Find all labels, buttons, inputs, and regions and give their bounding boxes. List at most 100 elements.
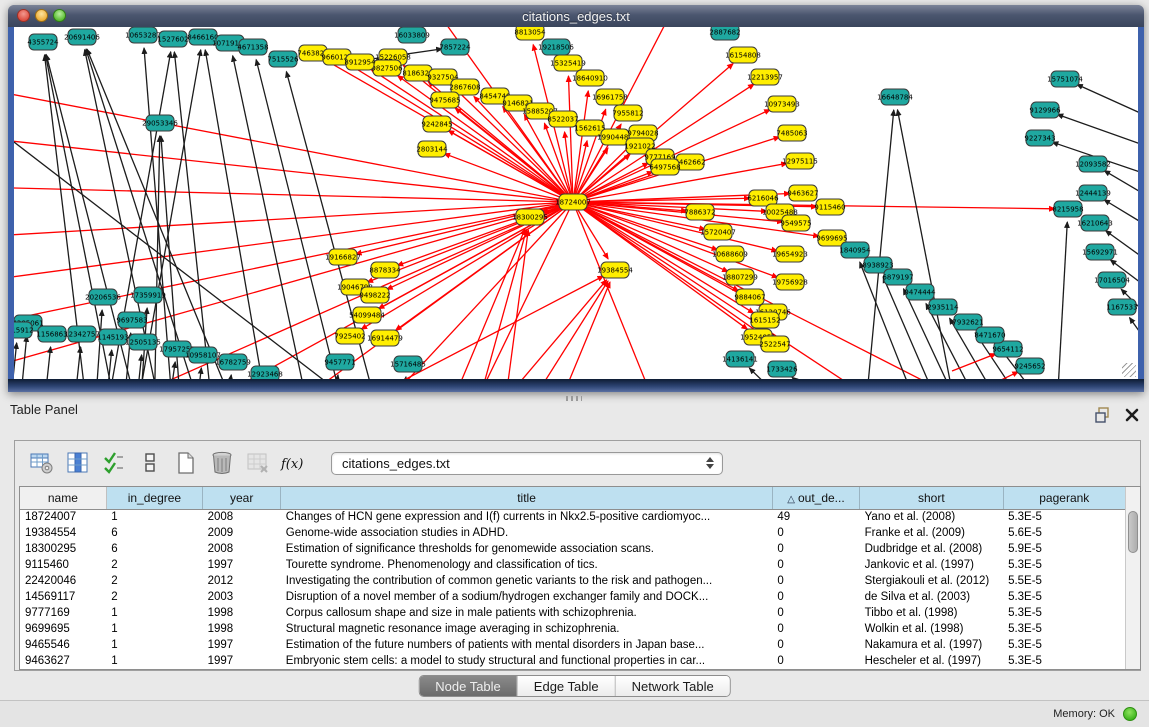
column-header-name[interactable]: name xyxy=(20,487,106,509)
table-row[interactable]: 946362711997Embryonic stem cells: a mode… xyxy=(20,653,1126,669)
network-node[interactable]: 1733426 xyxy=(766,361,798,377)
table-row[interactable]: 977716911998Corpus callosum shape and si… xyxy=(20,605,1126,621)
column-header-pagerank[interactable]: pagerank xyxy=(1003,487,1125,509)
close-window-icon[interactable] xyxy=(17,9,30,22)
network-node[interactable]: 9498222 xyxy=(359,287,390,303)
network-node[interactable]: 8813054 xyxy=(514,27,546,40)
network-edge[interactable] xyxy=(1056,222,1067,379)
network-edge[interactable] xyxy=(174,52,214,379)
network-node[interactable]: 9242845 xyxy=(421,116,452,132)
zoom-window-icon[interactable] xyxy=(53,9,66,22)
network-node[interactable]: 8471670 xyxy=(974,327,1005,343)
minimize-window-icon[interactable] xyxy=(35,9,48,22)
column-header-year[interactable]: year xyxy=(203,487,281,509)
network-edge[interactable] xyxy=(1077,84,1138,117)
network-node[interactable]: 12923468 xyxy=(247,366,283,379)
network-node[interactable]: 3915912 xyxy=(14,322,34,338)
network-node[interactable]: 1615152 xyxy=(749,312,780,328)
network-edge[interactable] xyxy=(264,202,573,379)
network-node[interactable]: 2803144 xyxy=(416,141,448,157)
column-header-out_de[interactable]: △out_de... xyxy=(772,487,859,509)
new-file-button[interactable] xyxy=(171,448,201,478)
network-node[interactable]: 1145193 xyxy=(97,329,128,345)
column-header-in_degree[interactable]: in_degree xyxy=(106,487,202,509)
network-edge[interactable] xyxy=(14,343,17,379)
network-node[interactable]: 16914479 xyxy=(367,330,403,346)
network-node[interactable]: 17016504 xyxy=(1094,272,1130,288)
network-node[interactable]: 10653287 xyxy=(125,27,161,43)
column-chooser-button[interactable] xyxy=(63,448,93,478)
network-node[interactable]: 9129966 xyxy=(1029,102,1061,118)
network-node[interactable]: 9457771 xyxy=(324,354,355,370)
table-options-button[interactable] xyxy=(27,448,57,478)
table-scrollbar[interactable] xyxy=(1125,487,1140,669)
network-node[interactable]: 15325419 xyxy=(550,55,586,71)
network-node[interactable]: 20206536 xyxy=(85,289,121,305)
network-edge[interactable] xyxy=(134,355,142,379)
network-edge[interactable] xyxy=(14,202,573,327)
network-node[interactable]: 1527602 xyxy=(157,31,188,47)
network-edge[interactable] xyxy=(72,347,81,379)
network-node[interactable]: 16033809 xyxy=(394,27,430,43)
network-node[interactable]: 18300295 xyxy=(512,209,548,225)
column-header-title[interactable]: title xyxy=(281,487,773,509)
table-selector-dropdown[interactable]: citations_edges.txt xyxy=(331,452,723,475)
table-row[interactable]: 1830029562008Estimation of significance … xyxy=(20,541,1126,557)
delete-column-button[interactable] xyxy=(207,448,237,478)
network-node[interactable]: 7485063 xyxy=(776,125,807,141)
network-node[interactable]: 12093582 xyxy=(1075,156,1111,172)
column-header-short[interactable]: short xyxy=(860,487,1003,509)
network-node[interactable]: 16961758 xyxy=(592,89,628,105)
network-edge[interactable] xyxy=(14,187,573,202)
network-node[interactable]: 1840954 xyxy=(839,242,871,258)
function-builder-button[interactable]: f(x) xyxy=(279,448,309,478)
network-node[interactable]: 14136141 xyxy=(722,351,758,367)
network-node[interactable]: 12444139 xyxy=(1075,185,1111,201)
network-node[interactable]: 12975115 xyxy=(782,153,818,169)
network-node[interactable]: 1156863 xyxy=(36,326,67,342)
network-edge[interactable] xyxy=(144,48,174,379)
network-node[interactable]: 15692971 xyxy=(1082,244,1118,260)
network-node[interactable]: 2887682 xyxy=(709,27,740,40)
rows-button[interactable] xyxy=(135,448,165,478)
network-edge[interactable] xyxy=(364,202,573,379)
row-selection-button[interactable] xyxy=(99,448,129,478)
network-node[interactable]: 10688609 xyxy=(712,246,748,262)
network-node[interactable]: 19756928 xyxy=(772,274,808,290)
network-node[interactable]: 2522547 xyxy=(759,336,790,352)
network-node[interactable]: 17359919 xyxy=(130,287,166,303)
table-row[interactable]: 1456911722003Disruption of a novel membe… xyxy=(20,589,1126,605)
network-node[interactable]: 12505135 xyxy=(125,334,161,350)
network-edge[interactable] xyxy=(1130,318,1138,345)
table-scrollbar-thumb[interactable] xyxy=(1128,511,1138,553)
network-node[interactable]: 9884067 xyxy=(734,289,765,305)
network-node[interactable]: 19384554 xyxy=(597,262,633,278)
network-node[interactable]: 15716485 xyxy=(390,356,426,372)
window-titlebar[interactable]: citations_edges.txt xyxy=(8,5,1144,27)
network-node[interactable]: 18807299 xyxy=(722,269,758,285)
table-row[interactable]: 911546021997Tourette syndrome. Phenomeno… xyxy=(20,557,1126,573)
network-node[interactable]: 15720407 xyxy=(700,224,736,240)
network-node[interactable]: 29053346 xyxy=(142,115,178,131)
network-node[interactable]: 16210643 xyxy=(1077,215,1113,231)
network-node[interactable]: 9475685 xyxy=(429,92,460,108)
network-node[interactable]: 9549575 xyxy=(780,215,811,231)
network-node[interactable]: 20691406 xyxy=(64,29,100,45)
table-row[interactable]: 969969511998Structural magnetic resonanc… xyxy=(20,621,1126,637)
close-icon[interactable] xyxy=(1125,408,1139,427)
network-node[interactable]: 16648784 xyxy=(877,89,913,105)
table-row[interactable]: 1938455462009Genome-wide association stu… xyxy=(20,525,1126,541)
network-node[interactable]: 12213957 xyxy=(747,69,783,85)
memory-ok-indicator[interactable] xyxy=(1123,707,1137,721)
network-node[interactable]: 16154808 xyxy=(725,47,761,63)
network-node[interactable]: 7515526 xyxy=(267,51,299,67)
network-edge[interactable] xyxy=(550,282,610,379)
network-node[interactable]: 19166827 xyxy=(325,249,361,265)
table-row[interactable]: 2242004622012Investigating the contribut… xyxy=(20,573,1126,589)
network-node[interactable]: 1167533 xyxy=(1106,299,1137,315)
network-node[interactable]: 54099484 xyxy=(349,307,385,323)
network-node[interactable]: 8878334 xyxy=(369,262,401,278)
network-node[interactable]: 12342757 xyxy=(64,326,100,342)
table-row[interactable]: 946554611997Estimation of the future num… xyxy=(20,637,1126,653)
float-window-icon[interactable] xyxy=(1095,407,1111,428)
